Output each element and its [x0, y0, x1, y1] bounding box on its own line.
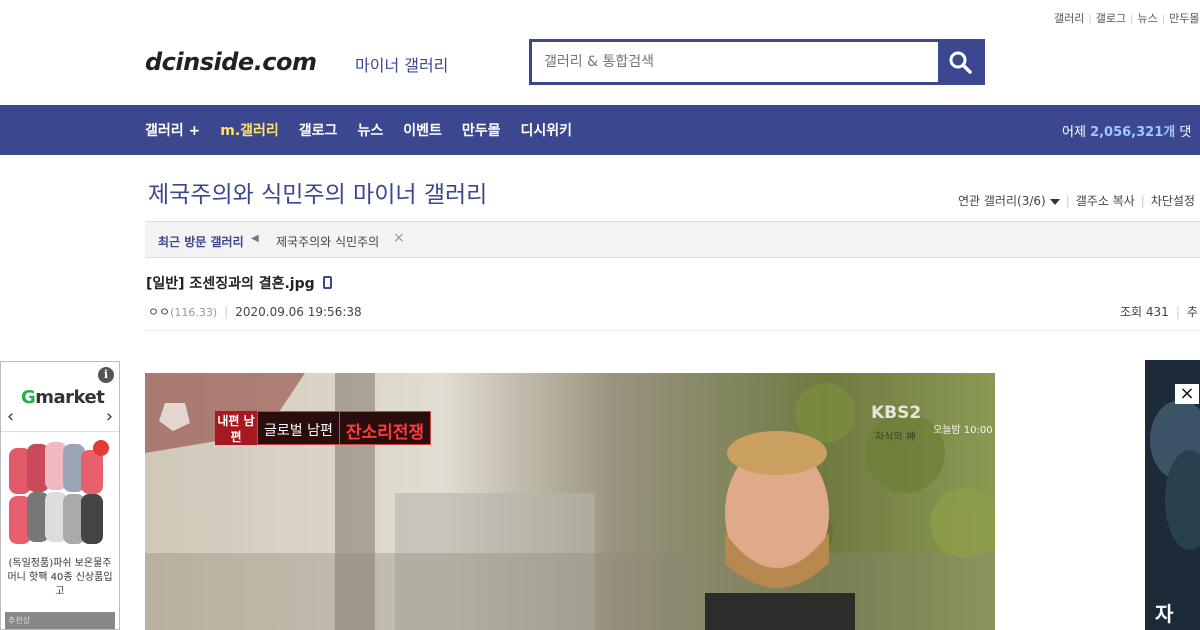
- search-bar: [529, 39, 985, 85]
- recent-visits-bar: 최근 방문 갤러리 ◀ 제국주의와 식민주의 ×: [145, 221, 1200, 258]
- left-ad-banner[interactable]: i Gmarket ‹ › (독일정품)파쉬 보온물주머니 핫팩 40종 신상품…: [0, 361, 120, 630]
- nav-mall[interactable]: 만두몰: [462, 120, 501, 140]
- nav-wiki[interactable]: 디시위키: [520, 120, 572, 140]
- search-icon: [949, 51, 972, 74]
- nav-gallery[interactable]: 갤러리 +: [145, 120, 200, 140]
- caption-banner: 내편 남편 글로벌 남편 잔소리전쟁: [215, 411, 432, 445]
- copy-address-button[interactable]: 갤주소 복사: [1076, 194, 1135, 208]
- post-stats: 조회 431 | 추: [1120, 305, 1198, 319]
- block-settings-button[interactable]: 차단설정: [1151, 194, 1195, 208]
- global-nav: 갤러리 + m.갤러리 갤로그 뉴스 이벤트 만두몰 디시위키 어제 2,056…: [0, 105, 1200, 155]
- nav-event[interactable]: 이벤트: [403, 120, 442, 140]
- time-watermark: 오늘밤 10:00: [933, 425, 993, 436]
- util-link-news[interactable]: 뉴스: [1138, 12, 1158, 25]
- divider: [145, 330, 1200, 331]
- product-image: [7, 440, 113, 550]
- close-icon[interactable]: ×: [393, 230, 405, 246]
- nav-m-gallery[interactable]: m.갤러리: [220, 120, 279, 140]
- show-watermark: 자식의 神: [875, 432, 916, 443]
- ad-next-slot[interactable]: 추천상: [5, 612, 115, 629]
- info-icon[interactable]: i: [98, 367, 114, 383]
- post-meta: ㅇㅇ(116.33) | 2020.09.06 19:56:38: [148, 305, 362, 319]
- post-recommend: 추: [1186, 305, 1198, 319]
- close-icon[interactable]: ×: [1175, 384, 1199, 404]
- util-link-gallery[interactable]: 갤러리: [1054, 12, 1084, 25]
- post-author[interactable]: ㅇㅇ: [148, 305, 170, 319]
- related-gallery-button[interactable]: 연관 갤러리(3/6): [958, 194, 1060, 208]
- ad-description: (독일정품)파쉬 보온물주머니 핫팩 40종 신상품입고: [7, 558, 113, 597]
- gallery-tools: 연관 갤러리(3/6) | 갤주소 복사 | 차단설정: [958, 194, 1195, 208]
- caption-text: 글로벌 남편: [257, 411, 340, 445]
- site-logo[interactable]: dcinside.com: [145, 48, 317, 76]
- mobile-icon: [322, 276, 332, 289]
- util-link-mall[interactable]: 만두몰: [1169, 12, 1199, 25]
- caret-down-icon: [1049, 198, 1060, 205]
- post-title: [일반] 조센징과의 결혼.jpg: [146, 273, 332, 293]
- nav-news[interactable]: 뉴스: [357, 120, 383, 140]
- post-ip: (116.33): [170, 306, 218, 319]
- broadcaster-watermark: KBS2: [871, 403, 922, 423]
- post-views: 조회 431: [1120, 305, 1169, 319]
- gallery-title[interactable]: 제국주의와 식민주의 마이너 갤러리: [148, 175, 487, 209]
- util-link-gallog[interactable]: 갤로그: [1096, 12, 1126, 25]
- gmarket-logo: Gmarket: [21, 387, 105, 408]
- recent-gallery-item[interactable]: 제국주의와 식민주의: [276, 233, 379, 250]
- post-count-stat: 어제 2,056,321개 댓: [1062, 125, 1192, 140]
- stat-value: 2,056,321개: [1090, 125, 1176, 140]
- chevron-left-icon[interactable]: ◀: [251, 233, 259, 244]
- search-input[interactable]: [532, 42, 938, 82]
- search-button[interactable]: [938, 42, 982, 82]
- minor-gallery-link[interactable]: 마이너 갤러리: [355, 52, 448, 76]
- post-datetime: 2020.09.06 19:56:38: [235, 305, 362, 319]
- right-ad-banner[interactable]: × 자: [1145, 360, 1200, 630]
- caption-red: 내편 남편: [215, 411, 257, 445]
- caption-title: 잔소리전쟁: [339, 411, 432, 445]
- recent-visits-label: 최근 방문 갤러리: [158, 235, 244, 249]
- ad-divider: [1, 431, 119, 432]
- utility-links: 갤러리 | 갤로그 | 뉴스 | 만두몰: [1054, 12, 1200, 25]
- chevron-right-icon[interactable]: ›: [106, 406, 113, 427]
- chevron-left-icon[interactable]: ‹: [7, 406, 14, 427]
- nav-gallog[interactable]: 갤로그: [299, 120, 338, 140]
- right-ad-text: 자: [1155, 602, 1174, 626]
- post-image[interactable]: 내편 남편 글로벌 남편 잔소리전쟁 KBS2 자식의 神 오늘밤 10:00: [145, 373, 995, 630]
